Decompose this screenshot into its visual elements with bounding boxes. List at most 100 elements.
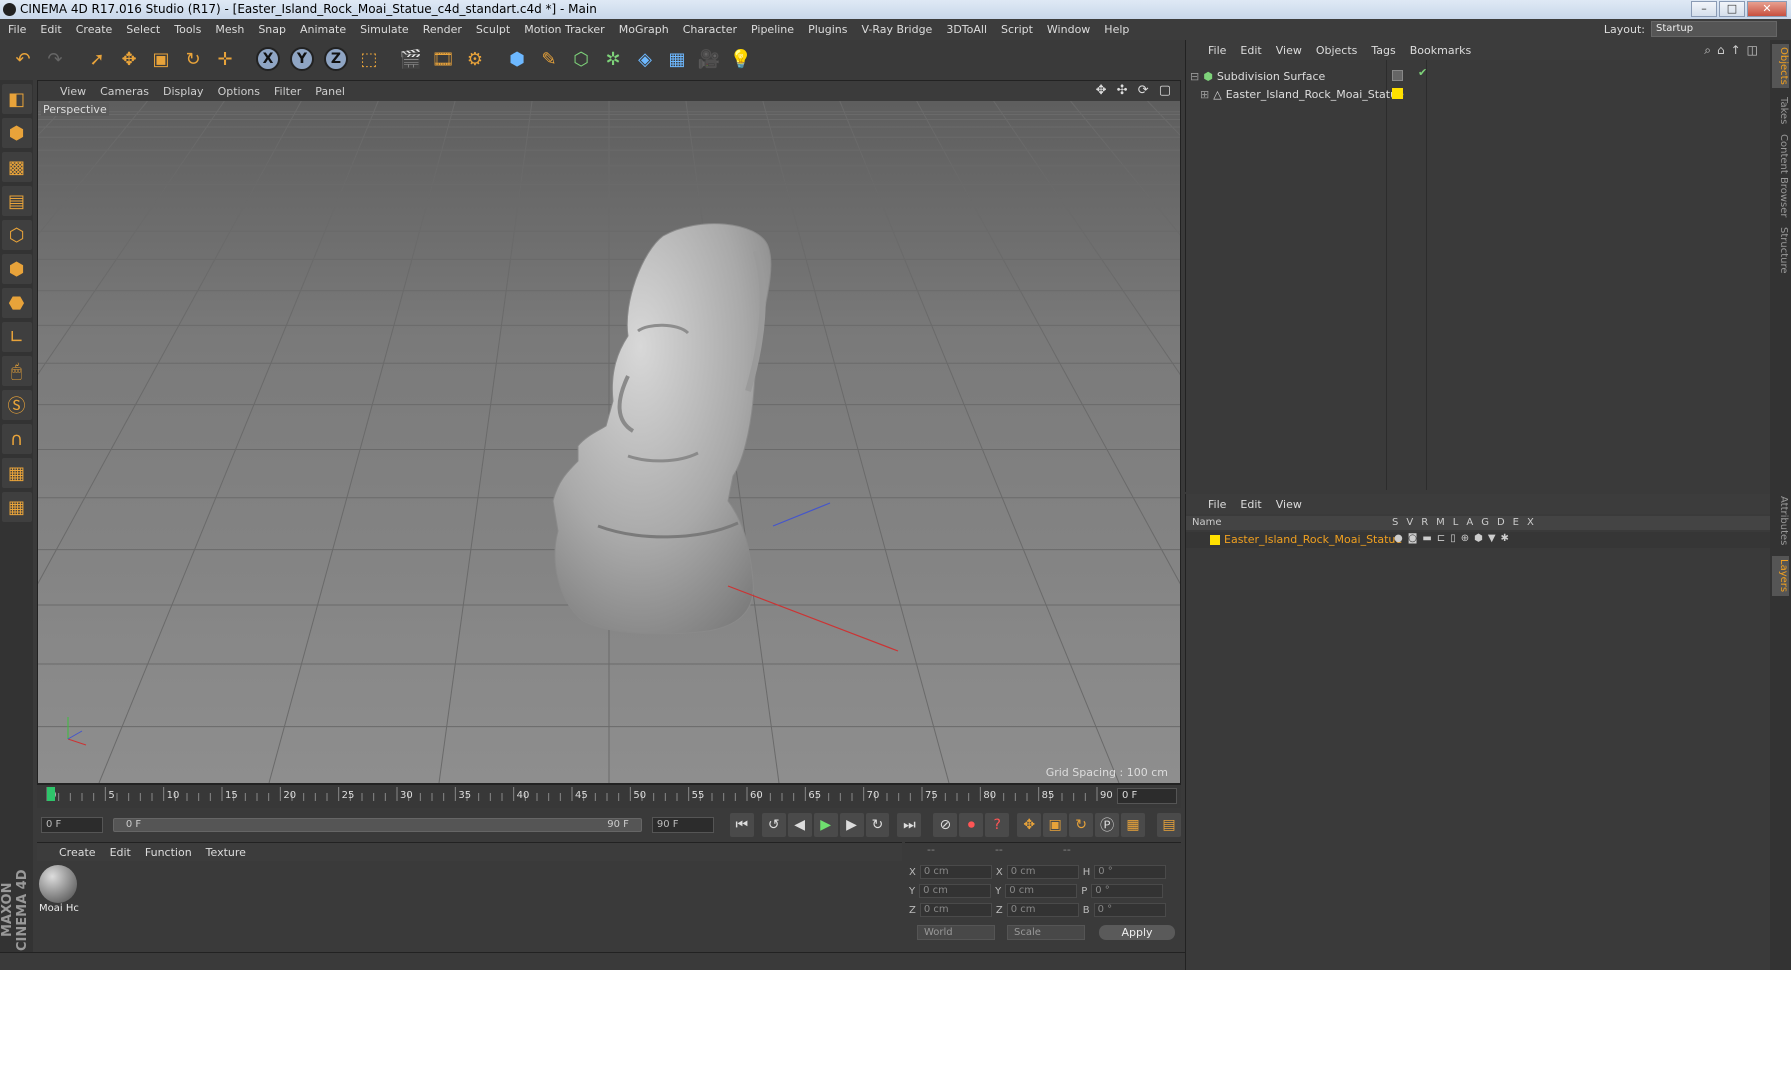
start-frame-field[interactable]: 0 F <box>41 817 103 833</box>
object-row-moai-statue[interactable]: ⊞ △ Easter_Island_Rock_Moai_Statue <box>1200 85 1404 103</box>
points-mode-icon[interactable]: ⬡ <box>1 220 32 250</box>
object-manager-toolbar-icons[interactable]: ⌕⌂↑◫ <box>1704 43 1764 58</box>
y-axis-lock-icon[interactable]: Y <box>286 43 318 75</box>
render-view-icon[interactable]: 🎬 <box>396 43 426 75</box>
menu-vray-bridge[interactable]: V-Ray Bridge <box>861 23 932 36</box>
layer-flag-toggles[interactable]: ●◙▬⊏▯⊕⬢▼✱ <box>1394 533 1514 544</box>
make-editable-icon[interactable]: ◧ <box>1 84 32 114</box>
menu-mesh[interactable]: Mesh <box>215 23 244 36</box>
play-icon[interactable]: ▶ <box>813 813 838 837</box>
subdivision-surface-icon[interactable]: ⬡ <box>566 43 596 75</box>
previous-key-icon[interactable]: ↺ <box>761 813 786 837</box>
light-icon[interactable]: 💡 <box>726 43 756 75</box>
go-to-end-icon[interactable]: ⏭ <box>897 813 922 837</box>
menu-animate[interactable]: Animate <box>300 23 346 36</box>
position-z-field[interactable]: 0 cm <box>919 903 992 917</box>
menu-mograph[interactable]: MoGraph <box>619 23 669 36</box>
expand-icon[interactable]: ⊞ <box>1200 88 1209 101</box>
timeline-frame-field[interactable]: 0 F <box>1117 788 1177 804</box>
timeline-ruler[interactable]: 051015202530354045505560657075808590 0 F <box>37 784 1181 808</box>
layer-name[interactable]: Easter_Island_Rock_Moai_Statue <box>1224 533 1402 546</box>
polygons-mode-icon[interactable]: ⬣ <box>1 288 32 318</box>
position-y-field[interactable]: 0 cm <box>919 884 992 898</box>
menu-create[interactable]: Create <box>76 23 113 36</box>
array-object-icon[interactable]: ✲ <box>598 43 628 75</box>
menu-character[interactable]: Character <box>683 23 737 36</box>
om-menu-bookmarks[interactable]: Bookmarks <box>1410 44 1471 57</box>
position-x-field[interactable]: 0 cm <box>919 865 992 879</box>
menu-help[interactable]: Help <box>1104 23 1129 36</box>
size-x-field[interactable]: 0 cm <box>1006 865 1079 879</box>
menu-pipeline[interactable]: Pipeline <box>751 23 794 36</box>
camera-icon[interactable]: 🎥 <box>694 43 724 75</box>
material-menu-texture[interactable]: Texture <box>206 846 246 859</box>
size-y-field[interactable]: 0 cm <box>1005 884 1078 898</box>
menu-select[interactable]: Select <box>126 23 160 36</box>
menu-tools[interactable]: Tools <box>174 23 201 36</box>
axis-mode-icon[interactable]: ∟ <box>1 322 32 352</box>
deformer-icon[interactable]: ◈ <box>630 43 660 75</box>
magnet-icon[interactable]: ∩ <box>1 424 32 454</box>
x-axis-lock-icon[interactable]: X <box>252 43 284 75</box>
render-picture-viewer-icon[interactable]: 🎞 <box>428 43 458 75</box>
record-active-icon[interactable]: ⏺ <box>959 813 984 837</box>
workplane-lock-icon[interactable]: ▦ <box>1 458 32 488</box>
menu-render[interactable]: Render <box>423 23 462 36</box>
object-row-subdivision-surface[interactable]: ⊟ ⬢ Subdivision Surface <box>1190 67 1325 85</box>
layout-dropdown[interactable]: Startup <box>1651 21 1777 37</box>
timeline-window-icon[interactable]: ▤ <box>1156 813 1181 837</box>
material-swatch[interactable]: Moai Hc <box>39 865 79 919</box>
rotation-b-field[interactable]: 0 ° <box>1093 903 1166 917</box>
viewport-menu-options[interactable]: Options <box>218 85 260 98</box>
autokey-icon[interactable]: ? <box>985 813 1010 837</box>
material-menu-edit[interactable]: Edit <box>110 846 131 859</box>
enabled-check-icon[interactable]: ✔ <box>1418 66 1427 79</box>
tab-layers[interactable]: Layers <box>1772 556 1789 596</box>
apply-button[interactable]: Apply <box>1099 925 1175 940</box>
coordinate-system-icon[interactable]: ⬚ <box>354 43 384 75</box>
viewport-menu-display[interactable]: Display <box>163 85 204 98</box>
layer-row[interactable]: Easter_Island_Rock_Moai_Statue ●◙▬⊏▯⊕⬢▼✱ <box>1186 532 1771 548</box>
model-mode-icon[interactable]: ⬢ <box>1 118 32 148</box>
material-menu-create[interactable]: Create <box>59 846 96 859</box>
rotation-h-field[interactable]: 0 ° <box>1094 865 1167 879</box>
redo-icon[interactable]: ↷ <box>40 43 70 75</box>
layer-color-swatch[interactable] <box>1210 535 1220 545</box>
menu-edit[interactable]: Edit <box>40 23 61 36</box>
floor-object-icon[interactable]: ▦ <box>662 43 692 75</box>
preview-range-slider[interactable]: 0 F 90 F <box>112 818 642 832</box>
key-position-icon[interactable]: ✥ <box>1017 813 1042 837</box>
go-to-start-icon[interactable]: ⏮ <box>729 813 754 837</box>
om-menu-tags[interactable]: Tags <box>1371 44 1395 57</box>
rotation-p-field[interactable]: 0 ° <box>1091 884 1164 898</box>
layer-color-tag[interactable] <box>1392 88 1403 99</box>
lm-menu-view[interactable]: View <box>1276 498 1302 511</box>
viewport-menu-cameras[interactable]: Cameras <box>100 85 149 98</box>
menu-sculpt[interactable]: Sculpt <box>476 23 510 36</box>
previous-frame-icon[interactable]: ◀ <box>787 813 812 837</box>
tab-takes[interactable]: Takes <box>1772 94 1789 128</box>
lm-menu-file[interactable]: File <box>1208 498 1226 511</box>
workplane-mode-icon[interactable]: ▤ <box>1 186 32 216</box>
spline-pen-icon[interactable]: ✎ <box>534 43 564 75</box>
menu-plugins[interactable]: Plugins <box>808 23 847 36</box>
viewport-menu-panel[interactable]: Panel <box>315 85 345 98</box>
last-tool-icon[interactable]: ✛ <box>210 43 240 75</box>
tab-objects[interactable]: Objects <box>1772 44 1789 88</box>
minimize-button[interactable]: – <box>1691 1 1717 17</box>
lm-menu-edit[interactable]: Edit <box>1240 498 1261 511</box>
end-frame-field[interactable]: 90 F <box>651 817 714 833</box>
material-menu-function[interactable]: Function <box>145 846 192 859</box>
edges-mode-icon[interactable]: ⬢ <box>1 254 32 284</box>
move-tool-icon[interactable]: ✥ <box>114 43 144 75</box>
om-menu-edit[interactable]: Edit <box>1240 44 1261 57</box>
grid-snap-icon[interactable]: ▦ <box>1 492 32 522</box>
key-pla-icon[interactable]: ▦ <box>1121 813 1145 837</box>
size-z-field[interactable]: 0 cm <box>1006 903 1079 917</box>
next-key-icon[interactable]: ↻ <box>865 813 890 837</box>
undo-icon[interactable]: ↶ <box>8 43 38 75</box>
menu-window[interactable]: Window <box>1047 23 1090 36</box>
om-menu-view[interactable]: View <box>1276 44 1302 57</box>
cube-object-icon[interactable]: ⬢ <box>502 43 532 75</box>
snap-icon[interactable]: Ⓢ <box>1 390 32 420</box>
